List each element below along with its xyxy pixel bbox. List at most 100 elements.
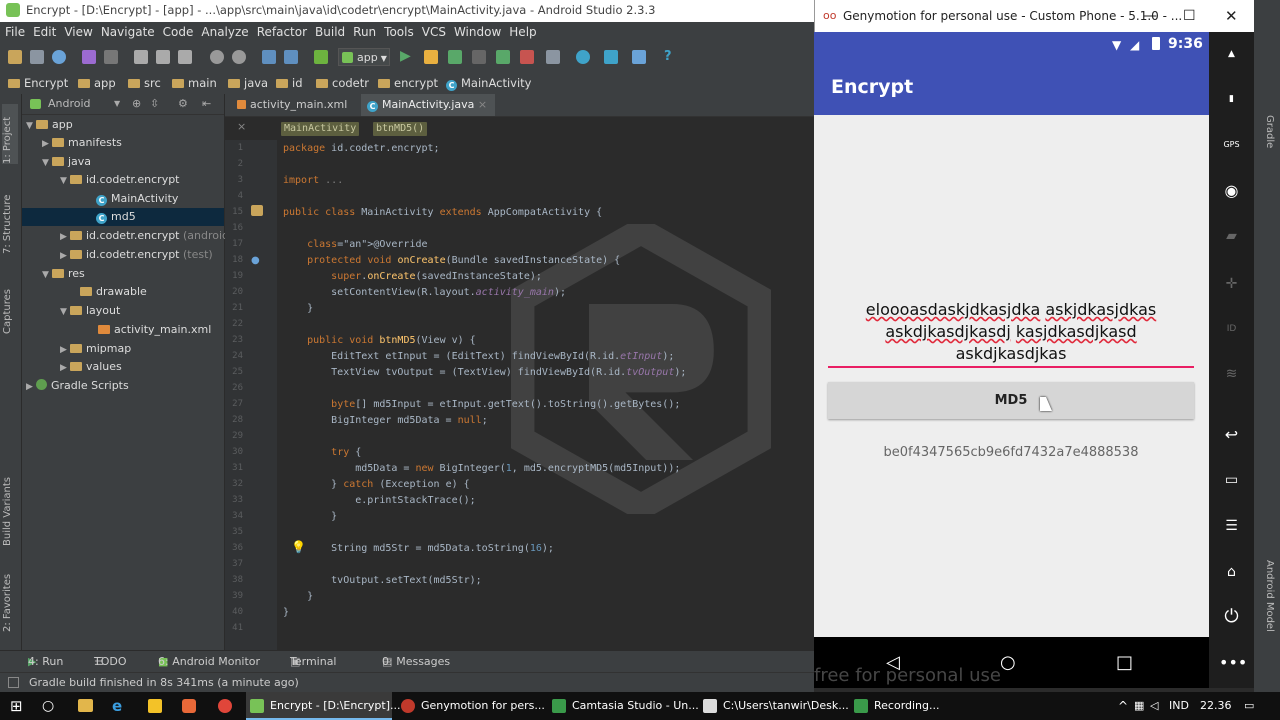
menu-build[interactable]: Build — [311, 22, 349, 42]
menu-help[interactable]: Help — [505, 22, 540, 42]
chevron-down-icon[interactable]: ▼ — [114, 94, 120, 114]
find-icon[interactable] — [210, 50, 224, 64]
close-icon[interactable]: ✕ — [1225, 0, 1238, 32]
app-icon[interactable] — [182, 699, 196, 713]
menu-vcs[interactable]: VCS — [418, 22, 450, 42]
structure-tool-tab[interactable]: 7: Structure — [2, 184, 18, 254]
dpad-icon[interactable]: ✛ — [1219, 272, 1244, 297]
project-view-select[interactable]: Android — [48, 94, 91, 114]
redo-icon[interactable] — [104, 50, 118, 64]
close-icon[interactable]: × — [237, 120, 246, 133]
md5-button[interactable]: MD5 — [828, 382, 1194, 419]
crumb-id[interactable]: id — [276, 72, 303, 94]
menu-code[interactable]: Code — [159, 22, 198, 42]
make-project-icon[interactable] — [314, 50, 328, 64]
undo-icon[interactable] — [82, 50, 96, 64]
menu-file[interactable]: File — [0, 22, 29, 42]
tab-mainactivity-java[interactable]: C MainActivity.java × — [361, 94, 495, 116]
project-tool-tab[interactable]: 1: Project — [2, 104, 18, 164]
tab-activity-main-xml[interactable]: activity_main.xml × — [231, 94, 357, 133]
sync-gradle-icon[interactable] — [546, 50, 560, 64]
run-icon[interactable]: ▶ — [400, 49, 414, 63]
lightbulb-icon[interactable]: 💡 — [291, 540, 306, 554]
md5-input-field[interactable]: eloooasdaskjdkasjdka askjdkasjdkas askdjk… — [828, 299, 1194, 365]
attach-debugger-icon[interactable] — [496, 50, 510, 64]
tree-item-package-test[interactable]: ▶ id.codetr.encrypt (test) — [60, 246, 213, 264]
tree-item-layout[interactable]: ▼ layout — [60, 302, 120, 320]
windows-start-icon[interactable]: ⊞ — [10, 692, 23, 720]
capture-icon[interactable]: ▰ — [1219, 224, 1244, 249]
gapps-icon[interactable]: ▲ — [1219, 42, 1244, 67]
captures-tool-tab[interactable]: Captures — [2, 274, 18, 334]
avd-manager-icon[interactable] — [576, 50, 590, 64]
debug-icon[interactable] — [448, 50, 462, 64]
stop-icon[interactable] — [520, 50, 534, 64]
id-icon[interactable]: ID — [1219, 317, 1244, 342]
favorites-tool-tab[interactable]: 2: Favorites — [2, 572, 18, 632]
forward-nav-icon[interactable] — [284, 50, 298, 64]
tree-item-manifests[interactable]: ▶ manifests — [42, 134, 122, 152]
menu-analyze[interactable]: Analyze — [197, 22, 252, 42]
tree-item-java[interactable]: ▼ java — [42, 153, 91, 171]
taskbar-camtasia[interactable]: Camtasia Studio - Un... — [548, 692, 699, 720]
taskbar-recording[interactable]: Recording... — [850, 692, 950, 720]
taskbar-genymotion[interactable]: Genymotion for pers... — [397, 692, 545, 720]
hide-panel-icon[interactable]: ⇤ — [202, 94, 211, 114]
android-monitor-icon[interactable] — [632, 50, 646, 64]
home-icon[interactable]: ⌂ — [1219, 560, 1244, 585]
power-icon[interactable]: ⏻ — [1219, 604, 1244, 629]
crumb-project[interactable]: Encrypt — [8, 72, 68, 94]
crumb-src[interactable]: src — [128, 72, 161, 94]
collapse-icon[interactable]: ⇳ — [150, 94, 159, 114]
minimize-icon[interactable]: — — [1143, 0, 1157, 32]
crumb-main[interactable]: main — [172, 72, 217, 94]
cut-icon[interactable] — [134, 50, 148, 64]
tree-item-drawable[interactable]: drawable — [70, 283, 147, 301]
close-icon[interactable]: × — [478, 98, 487, 111]
profile-icon[interactable] — [472, 50, 486, 64]
help-icon[interactable]: ? — [664, 50, 678, 64]
sticky-notes-icon[interactable] — [148, 699, 162, 713]
override-gutter-icon[interactable]: ● — [251, 255, 260, 266]
class-gutter-icon[interactable] — [251, 205, 263, 216]
taskbar-command-prompt[interactable]: C:\Users\tanwir\Desk... — [699, 692, 849, 720]
save-icon[interactable] — [30, 50, 44, 64]
search-icon[interactable]: ○ — [42, 692, 54, 720]
build-variants-tool-tab[interactable]: Build Variants — [2, 466, 18, 546]
menu-edit[interactable]: Edit — [29, 22, 60, 42]
crumb-method[interactable]: btnMD5() — [373, 122, 428, 136]
file-explorer-icon[interactable] — [78, 699, 93, 712]
menu-view[interactable]: View — [60, 22, 96, 42]
volume-icon[interactable]: ◁ — [1150, 692, 1158, 720]
tree-item-res[interactable]: ▼ res — [42, 265, 85, 283]
open-icon[interactable] — [8, 50, 22, 64]
crumb-class[interactable]: MainActivity — [281, 122, 360, 136]
menu-icon[interactable]: ☰ — [1219, 514, 1244, 539]
gear-icon[interactable]: ⚙ — [178, 94, 188, 114]
network-tray-icon[interactable]: ▦ — [1134, 692, 1144, 720]
tool-windows-icon[interactable] — [8, 677, 19, 688]
sync-scroll-icon[interactable]: ⊕ — [132, 94, 141, 114]
tree-item-md5[interactable]: Cmd5 — [22, 208, 224, 226]
menu-refactor[interactable]: Refactor — [253, 22, 311, 42]
tree-item-activity-main-xml[interactable]: activity_main.xml — [98, 321, 211, 339]
maximize-icon[interactable]: ☐ — [1183, 0, 1196, 32]
tree-item-mainactivity[interactable]: C MainActivity — [96, 190, 178, 208]
replace-icon[interactable] — [232, 50, 246, 64]
menu-run[interactable]: Run — [349, 22, 380, 42]
tree-item-values[interactable]: ▶ values — [60, 358, 122, 376]
run-config-select[interactable]: app ▼ — [338, 48, 390, 66]
recent-icon[interactable]: ▭ — [1219, 468, 1244, 493]
tree-item-gradle-scripts[interactable]: ▶ Gradle Scripts — [26, 377, 129, 395]
nav-recents-icon[interactable]: □ — [1116, 637, 1136, 688]
crumb-mainactivity[interactable]: C MainActivity — [446, 72, 531, 94]
menu-window[interactable]: Window — [450, 22, 505, 42]
camera-icon[interactable]: ◉ — [1219, 178, 1244, 203]
tree-item-app[interactable]: ▼ app — [26, 116, 73, 134]
gradle-tool-tab[interactable]: Gradle — [1259, 115, 1275, 155]
sdk-manager-icon[interactable] — [604, 50, 618, 64]
tray-expand-icon[interactable]: ^ — [1118, 692, 1128, 720]
network-icon[interactable]: ≋ — [1219, 362, 1244, 387]
menu-navigate[interactable]: Navigate — [97, 22, 159, 42]
chrome-icon[interactable] — [218, 699, 232, 713]
